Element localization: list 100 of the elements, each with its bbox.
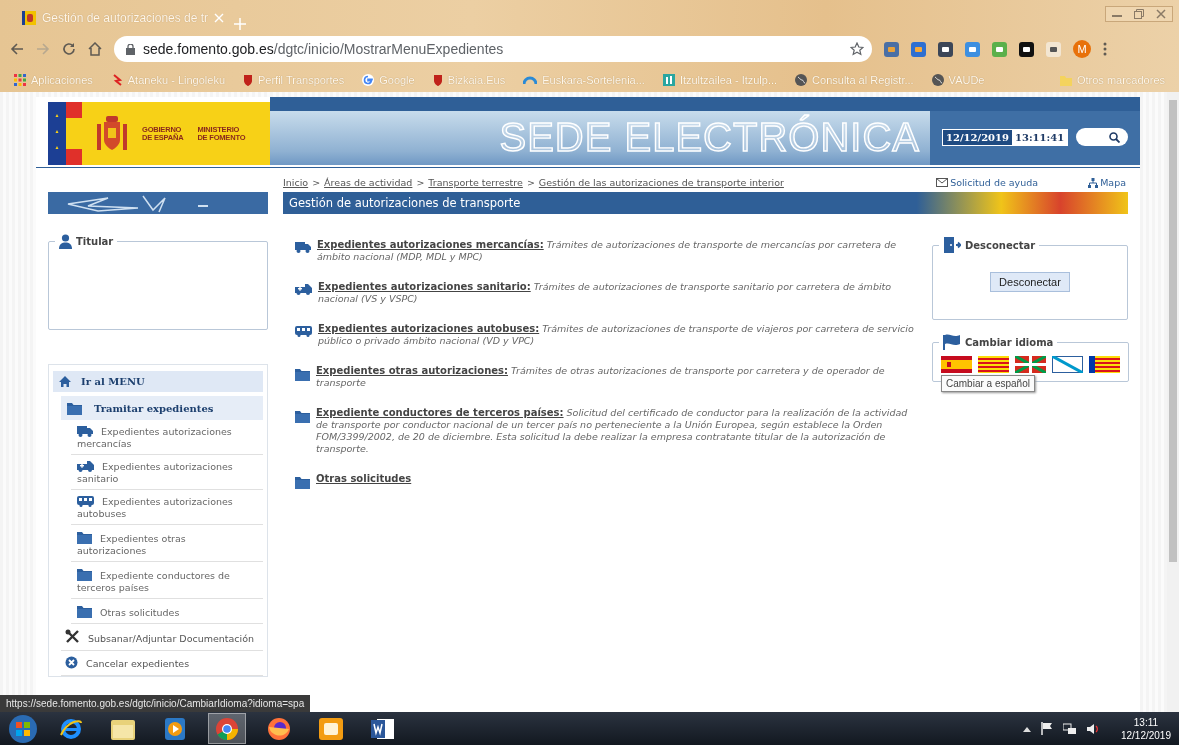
panel-legend: Titular — [76, 236, 114, 247]
procedure-link[interactable]: Otras solicitudes — [316, 473, 412, 484]
back-icon[interactable] — [10, 42, 24, 56]
procedure-text: Expedientes autorizaciones mercancías: Trámites de autorizaciones de transporte de mercancías por carretera de ámbito nacional (MDP, MDL y MPC) — [317, 239, 898, 263]
menu-item[interactable]: Expedientes autorizaciones sanitario — [71, 455, 263, 490]
sitemap-icon — [1088, 177, 1099, 188]
help-link[interactable]: Solicitud de ayuda — [936, 177, 1039, 188]
start-orb-icon[interactable] — [8, 713, 38, 744]
scrollbar-thumb[interactable] — [1169, 100, 1177, 562]
page-title: Gestión de autorizaciones de transporte — [289, 196, 521, 210]
spanish-flag-icon[interactable] — [941, 356, 972, 373]
folder-icon — [295, 475, 310, 489]
ambulance-icon — [77, 460, 94, 472]
chrome-icon — [215, 716, 239, 741]
striped-flag-icon[interactable] — [978, 356, 1009, 373]
procedure-link[interactable]: Expedientes autorizaciones mercancías: — [317, 239, 544, 250]
procedure-link[interactable]: Expedientes autorizaciones sanitario: — [318, 281, 531, 292]
document-app-icon — [371, 716, 395, 741]
url-text: sede.fomento.gob.es/dgtc/inicio/MostrarMenuExpedientes — [143, 41, 504, 57]
procedure-link[interactable]: Expediente conductores de terceros países: — [316, 407, 564, 418]
site-title: SEDE ELECTRÓNICA — [499, 114, 920, 160]
home-icon — [59, 376, 71, 387]
menu-home-item[interactable]: Ir al MENU — [53, 371, 263, 392]
breadcrumb-link[interactable]: Gestión de las autorizaciones de transporte interior — [538, 177, 784, 188]
globe-icon — [931, 74, 944, 86]
procedure-link[interactable]: Expedientes autorizaciones autobuses: — [318, 323, 540, 334]
folder-icon — [77, 604, 92, 618]
envelope-icon — [936, 178, 949, 187]
cancel-icon — [65, 656, 78, 669]
breadcrumb-link[interactable]: Áreas de actividad — [324, 177, 413, 188]
procedure-text: Expedientes autorizaciones sanitario: Trámites de autorizaciones de transporte sanitario por carretera de ámbito nacional (VS y VSPC) — [318, 281, 893, 305]
procedure-text: Expediente conductores de terceros países: Solicitud del certificado de conductor para la realización de la actividad de transporte por conductor nacional de un tercer país no perteneciente a la Unión Europea, según establece la Orden FOM/3399/2002, de 20 de diciembre. Esta solicitud la debe realizar la empresa contratante titular de la autorización de transporte. — [316, 407, 909, 455]
panel-legend: Cambiar idioma — [965, 336, 1054, 348]
app-icon — [319, 717, 343, 740]
tray-arrow-icon[interactable] — [1022, 725, 1031, 732]
menu-item[interactable]: Subsanar/Adjuntar Documentación — [61, 624, 263, 651]
door-exit-icon — [943, 237, 961, 253]
tab-title: Gestión de autorizaciones de tr — [42, 11, 209, 25]
volume-icon[interactable] — [1086, 722, 1101, 735]
clock-date: 12/12/2019 — [1120, 728, 1171, 742]
menu-item[interactable]: Cancelar expedientes — [61, 651, 263, 676]
menu-section-item[interactable]: Tramitar expedientes — [61, 396, 263, 420]
tools-icon — [65, 629, 80, 644]
folder-icon — [77, 567, 92, 581]
procedure-text: Expedientes autorizaciones autobuses: Trámites de autorizaciones de transporte de viajeros por carretera de servicio público o privado ámbito nacional (VD y VPC) — [318, 323, 915, 347]
network-icon[interactable] — [1062, 722, 1077, 735]
menu-item[interactable]: Expedientes otras autorizaciones — [71, 525, 263, 562]
globe-icon — [795, 74, 808, 86]
folder-icon — [1059, 74, 1072, 86]
flag-stripe-drawing — [48, 102, 82, 165]
ambulance-icon — [295, 283, 312, 295]
breadcrumb-link[interactable]: Transporte terrestre — [428, 177, 523, 188]
extension-icon[interactable] — [1019, 41, 1034, 57]
menu-item[interactable]: Expedientes autorizaciones autobuses — [71, 490, 263, 525]
menu-item[interactable]: Expediente conductores de terceros países — [71, 562, 263, 599]
tooltip: Cambiar a español — [941, 375, 1035, 392]
diagonal-flag-icon[interactable] — [1052, 356, 1083, 373]
lock-icon — [126, 43, 135, 55]
folder-icon — [295, 367, 310, 381]
reload-icon[interactable] — [62, 42, 76, 56]
clock-time: 13:11 — [1132, 715, 1160, 729]
cross-flag-icon[interactable] — [1015, 356, 1046, 373]
truck-icon — [77, 425, 93, 437]
play-icon — [165, 717, 185, 740]
current-date: 12/12/2019 — [943, 129, 1012, 145]
shield-icon — [243, 74, 253, 86]
flag-icon[interactable] — [1040, 722, 1053, 735]
square-logo-icon — [662, 74, 675, 86]
bus-icon — [77, 495, 94, 507]
breadcrumb-link[interactable]: Inicio — [283, 177, 309, 188]
panel-legend: Desconectar — [965, 239, 1036, 251]
flag-icon — [943, 334, 961, 350]
extension-icon[interactable] — [1046, 41, 1061, 57]
folder-icon — [77, 530, 92, 544]
star-icon[interactable] — [850, 42, 864, 56]
arc-icon — [523, 75, 538, 85]
google-icon — [362, 74, 375, 86]
search-field[interactable] — [1076, 128, 1129, 146]
breadcrumb-separator: > — [312, 177, 321, 188]
extension-icon[interactable] — [938, 41, 953, 57]
menu-item[interactable]: Otras solicitudes — [71, 599, 263, 624]
scrollbar[interactable] — [1167, 92, 1179, 712]
address-bar[interactable]: sede.fomento.gob.es/dgtc/inicio/MostrarMenuExpedientes — [114, 36, 872, 62]
folder-icon — [111, 717, 135, 740]
shield-icon — [432, 74, 443, 86]
menu-item[interactable]: Expedientes autorizaciones mercancías — [71, 420, 263, 455]
taskbar-clock[interactable]: 13:11 12/12/2019 — [1120, 715, 1171, 742]
home-icon[interactable] — [88, 42, 102, 56]
browser-e-icon — [59, 716, 83, 741]
folder-icon — [295, 409, 310, 423]
disconnect-button[interactable]: Desconectar — [990, 272, 1070, 292]
map-link[interactable]: Mapa — [1088, 177, 1126, 188]
procedure-link[interactable]: Expedientes otras autorizaciones: — [316, 365, 508, 376]
current-time: 13:11:41 — [1011, 129, 1068, 145]
striped-flag-icon[interactable] — [1089, 356, 1120, 373]
status-url: https://sede.fomento.gob.es/dgtc/inicio/CambiarIdioma?idioma=spa — [0, 695, 311, 712]
menu-icon[interactable] — [1103, 42, 1107, 56]
breadcrumb-separator: > — [526, 177, 535, 188]
shield-favicon-icon — [22, 11, 36, 25]
search-icon[interactable] — [1109, 131, 1121, 143]
